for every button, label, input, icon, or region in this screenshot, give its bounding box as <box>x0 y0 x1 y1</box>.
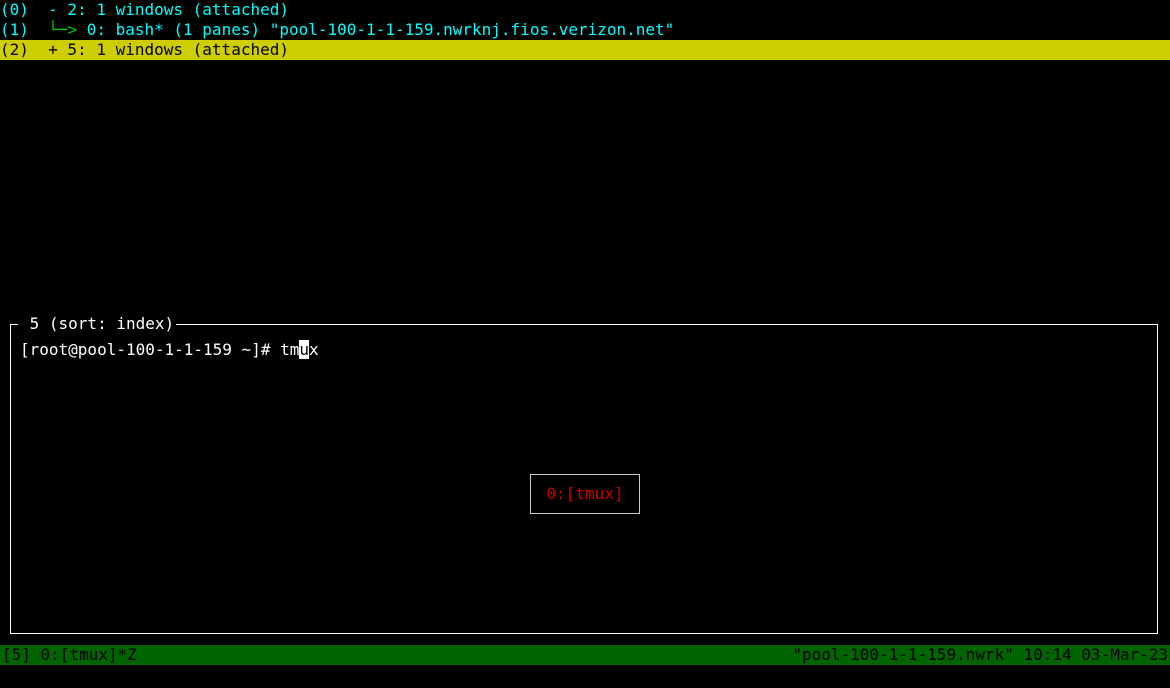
tree-line-index: (1) <box>0 20 48 39</box>
prompt-text: [root@pool-100-1-1-159 ~]# <box>20 340 280 359</box>
preview-title: 5 (sort: index) <box>18 314 176 334</box>
tree-line-body: 0: bash* (1 panes) "pool-100-1-1-159.nwr… <box>87 20 675 39</box>
tree-line-window-0[interactable]: (1) └─> 0: bash* (1 panes) "pool-100-1-1… <box>0 20 1170 40</box>
shell-prompt[interactable]: [root@pool-100-1-1-159 ~]# tmux <box>20 340 319 360</box>
typed-before: tm <box>280 340 299 359</box>
cursor-icon: u <box>299 340 309 359</box>
preview-pane: 5 (sort: index) [root@pool-100-1-1-159 ~… <box>10 324 1158 634</box>
tree-line-session-5-selected[interactable]: (2) + 5: 1 windows (attached) <box>0 40 1170 60</box>
preview-window-indicator: 0:[tmux] <box>530 474 640 514</box>
status-right: "pool-100-1-1-159.nwrk" 10:14 03-Mar-23 <box>792 645 1168 665</box>
tmux-status-bar: [5] 0:[tmux]*Z "pool-100-1-1-159.nwrk" 1… <box>0 645 1170 665</box>
below-status-blank <box>0 665 1170 688</box>
tree-branch-icon: └─> <box>48 20 87 39</box>
status-left: [5] 0:[tmux]*Z <box>2 645 137 665</box>
typed-after: x <box>309 340 319 359</box>
tree-line-session-2[interactable]: (0) - 2: 1 windows (attached) <box>0 0 1170 20</box>
